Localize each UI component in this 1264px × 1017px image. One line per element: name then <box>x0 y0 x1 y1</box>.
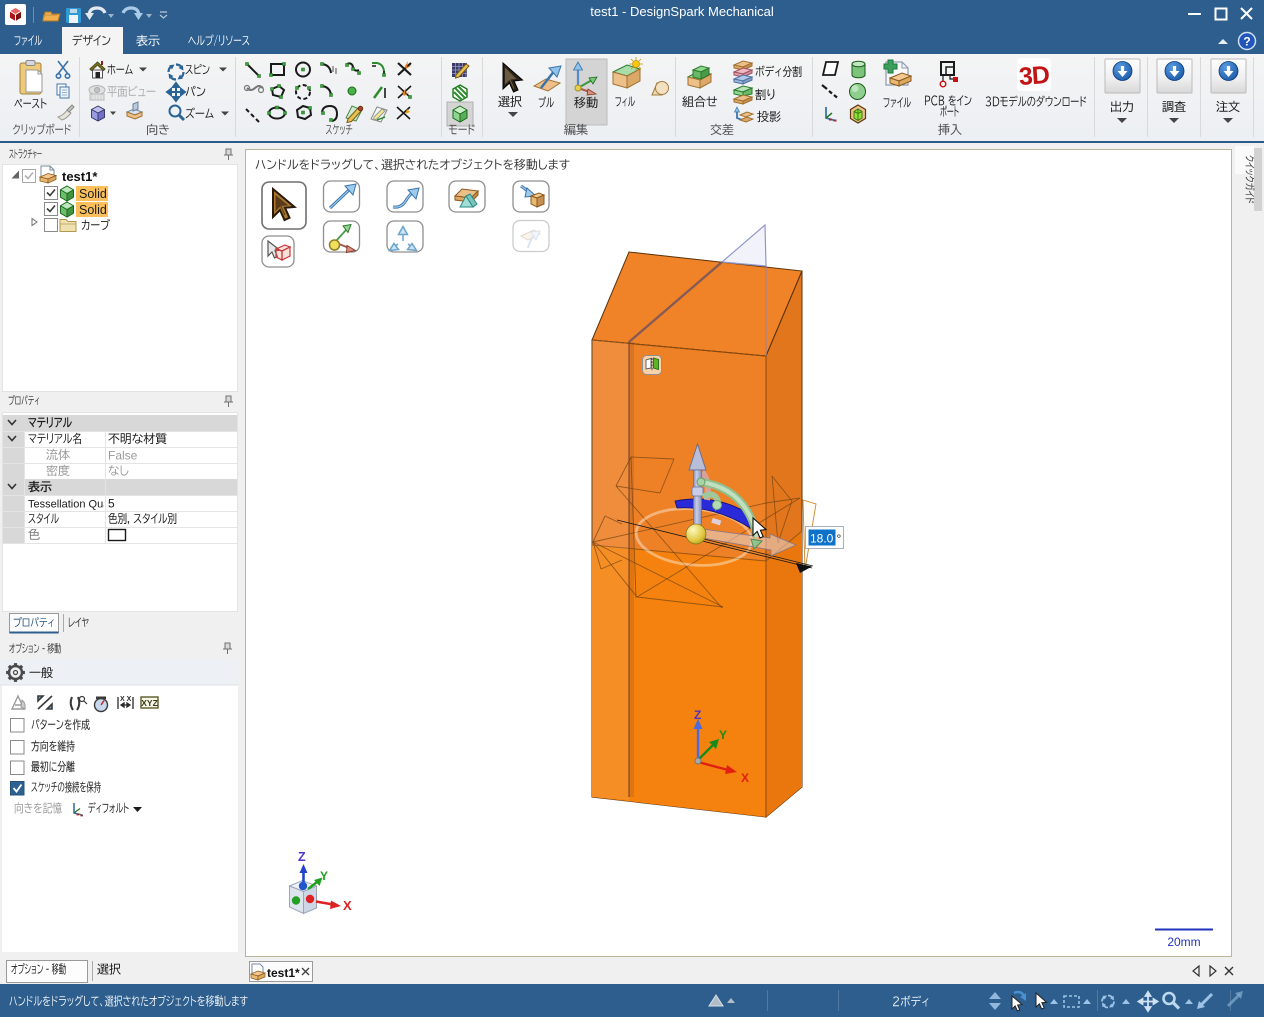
svg-text:20mm: 20mm <box>1167 935 1200 949</box>
svg-text:X X: X X <box>120 696 132 703</box>
svg-text:test1*: test1* <box>267 966 300 980</box>
svg-text:Z: Z <box>298 850 306 864</box>
svg-text:False: False <box>108 449 138 463</box>
svg-text:3D: 3D <box>1018 61 1050 91</box>
svg-text:Y: Y <box>320 869 328 883</box>
svg-text:test1*: test1* <box>62 169 98 184</box>
svg-text:Y: Y <box>719 728 727 742</box>
svg-text:X: X <box>343 898 352 913</box>
svg-text:XYZ: XYZ <box>141 698 158 708</box>
svg-text:?: ? <box>1243 35 1250 49</box>
svg-text:5: 5 <box>108 497 115 511</box>
svg-text:18.0: 18.0 <box>810 532 834 546</box>
svg-text:°: ° <box>837 532 842 546</box>
svg-text:Solid: Solid <box>79 187 107 201</box>
svg-text:Solid: Solid <box>79 203 107 217</box>
svg-text:X: X <box>741 771 749 785</box>
